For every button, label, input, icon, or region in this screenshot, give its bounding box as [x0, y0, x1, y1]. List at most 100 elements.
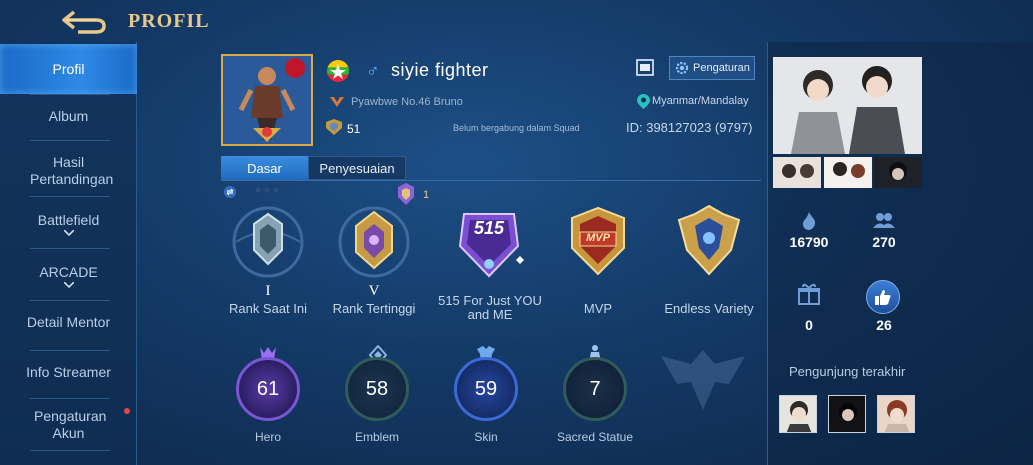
page-dots-icon	[255, 187, 279, 193]
gender-male-icon: ♂	[366, 61, 380, 81]
avatar-image-icon	[829, 396, 865, 432]
settings-button[interactable]: Pengaturan	[669, 56, 755, 80]
top-bar: PROFIL	[0, 0, 1033, 42]
skin-count: 59	[474, 377, 498, 400]
endless-variety-label: Endless Variety	[664, 301, 754, 316]
visitor-avatar[interactable]	[877, 395, 915, 433]
location-pin-icon	[637, 94, 650, 109]
emblem-count: 58	[365, 377, 389, 400]
tab-penyesuaian[interactable]: Penyesuaian	[308, 156, 406, 180]
current-rank-tier: I	[265, 283, 271, 299]
divider	[30, 450, 110, 451]
statue-count-ring[interactable]: 7	[563, 357, 627, 421]
photo-image-icon	[773, 57, 922, 154]
statue-count: 7	[589, 377, 601, 400]
current-rank-label: Rank Saat Ini	[228, 301, 308, 316]
mvp-label: MVP	[583, 301, 613, 316]
photo-image-icon	[773, 157, 821, 188]
avatar-image-icon	[780, 396, 816, 432]
divider	[30, 196, 110, 197]
credit-badge-icon	[326, 119, 342, 135]
visitor-avatar[interactable]	[828, 395, 866, 433]
like-count: 26	[876, 317, 892, 333]
recent-visitors-label: Pengunjung terakhir	[789, 364, 906, 379]
card-icon[interactable]	[636, 59, 656, 77]
emblem-count-ring[interactable]: 58	[345, 357, 409, 421]
sidebar-item-arcade[interactable]: ARCADE	[0, 264, 137, 288]
player-id: ID: 398127023 (9797)	[626, 120, 753, 135]
followers-icon	[873, 213, 895, 228]
back-arrow-icon[interactable]	[58, 6, 108, 36]
locked-collection-icon	[661, 350, 745, 410]
profile-photo-thumb[interactable]	[874, 157, 922, 188]
profile-photo-main[interactable]	[773, 57, 922, 154]
swap-icon[interactable]	[224, 186, 236, 198]
avatar[interactable]	[221, 54, 313, 146]
sidebar: Profil Album Hasil Pertandingan Battlefi…	[0, 42, 137, 465]
emblem-label: Emblem	[354, 430, 399, 444]
chevron-down-icon	[63, 230, 74, 236]
skin-count-ring[interactable]: 59	[454, 357, 518, 421]
highest-rank-emblem-icon[interactable]	[334, 202, 414, 282]
divider	[30, 248, 110, 249]
divider	[30, 300, 110, 301]
player-location: Myanmar/Mandalay	[652, 95, 749, 107]
divider	[30, 94, 110, 95]
photo-image-icon	[874, 157, 922, 188]
sidebar-item-info-streamer[interactable]: Info Streamer	[0, 364, 137, 381]
skin-label: Skin	[474, 430, 498, 444]
squad-status: Belum bergabung dalam Squad	[453, 123, 580, 133]
profile-photo-thumb[interactable]	[824, 157, 872, 188]
title-rank-icon	[330, 97, 344, 107]
like-button[interactable]	[866, 280, 900, 314]
popularity-flame-icon	[803, 212, 816, 230]
highest-rank-badge: 1	[423, 189, 430, 201]
achievement-515-emblem-icon[interactable]	[446, 200, 532, 286]
profile-photo-thumb[interactable]	[773, 157, 821, 188]
sidebar-item-label: Profil	[52, 61, 85, 77]
player-name: siyie fighter	[391, 60, 489, 80]
page-title: PROFIL	[128, 10, 210, 32]
current-rank-emblem-icon[interactable]	[228, 202, 308, 282]
hero-count: 61	[256, 377, 280, 400]
divider	[30, 350, 110, 351]
achievement-515-label: 515 For Just YOU and ME	[438, 293, 542, 322]
hero-avatar-icon	[223, 56, 311, 144]
sidebar-item-hasil-pertandingan[interactable]: Hasil Pertandingan	[0, 154, 137, 188]
highest-rank-label: Rank Tertinggi	[332, 301, 416, 316]
hero-count-ring[interactable]: 61	[236, 357, 300, 421]
avatar-image-icon	[878, 396, 914, 432]
sidebar-item-album[interactable]: Album	[0, 108, 137, 125]
followers-count: 270	[872, 234, 896, 250]
divider	[30, 398, 110, 399]
sidebar-item-detail-mentor[interactable]: Detail Mentor	[0, 314, 137, 331]
sidebar-item-label: Album	[48, 108, 89, 124]
sidebar-item-label: Hasil Pertandingan	[30, 154, 114, 187]
hero-label: Hero	[254, 430, 281, 444]
photo-image-icon	[824, 157, 872, 188]
notification-dot	[124, 408, 130, 414]
settings-label: Pengaturan	[693, 62, 750, 74]
achievement-number: 515	[473, 218, 505, 238]
popularity-count: 16790	[789, 234, 829, 250]
mvp-emblem-text: MVP	[586, 232, 610, 244]
endless-variety-emblem-icon[interactable]	[669, 202, 749, 282]
visitor-avatar[interactable]	[779, 395, 817, 433]
thumbs-up-icon	[875, 290, 891, 305]
tab-dasar[interactable]: Dasar	[221, 156, 308, 180]
sidebar-item-label: Pengaturan Akun	[34, 408, 107, 441]
chevron-down-icon	[63, 282, 74, 288]
sidebar-item-label: Detail Mentor	[26, 314, 111, 330]
gift-count: 0	[805, 317, 813, 333]
sidebar-item-profil[interactable]: Profil	[0, 44, 137, 94]
highest-rank-tier: V	[368, 283, 380, 299]
sidebar-item-battlefield[interactable]: Battlefield	[0, 212, 137, 236]
sidebar-item-pengaturan-akun[interactable]: Pengaturan Akun	[0, 408, 137, 442]
sidebar-item-label: ARCADE	[39, 264, 98, 280]
credit-score: 51	[347, 122, 361, 136]
player-title: Pyawbwe No.46 Bruno	[351, 96, 463, 108]
divider	[30, 140, 110, 141]
gift-icon[interactable]	[797, 282, 821, 306]
statue-label: Sacred Statue	[556, 430, 634, 444]
tab-divider	[221, 180, 761, 181]
